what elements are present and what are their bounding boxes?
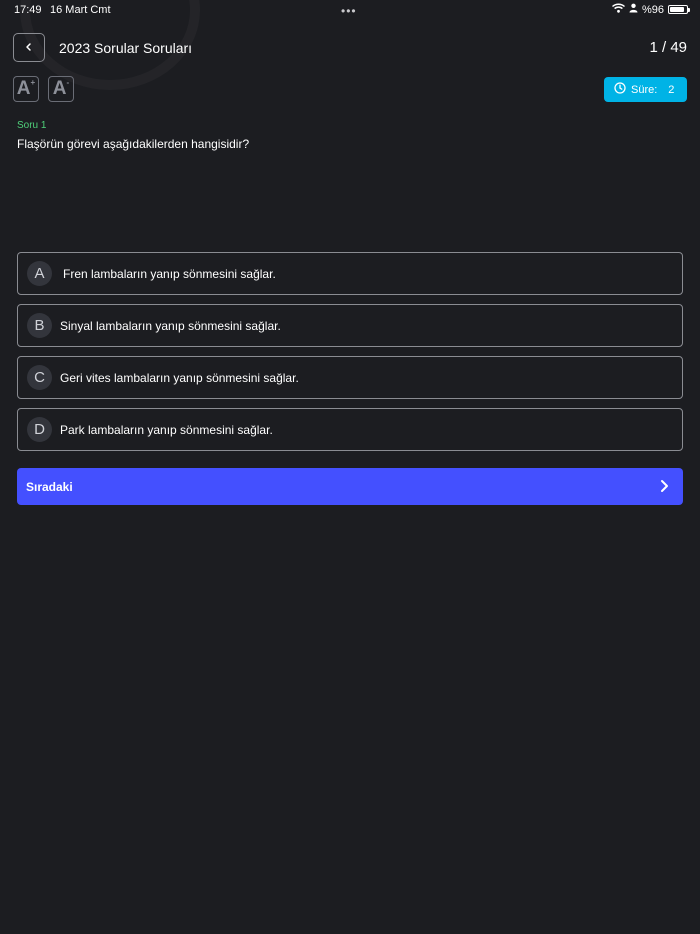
status-bar: 17:49 16 Mart Cmt ••• %96 [0,0,700,20]
increase-font-button[interactable]: A + [13,76,39,102]
option-letter: D [27,417,52,442]
question-text: Flaşörün görevi aşağıdakilerden hangisid… [17,137,250,151]
question-counter: 1 / 49 [649,39,687,56]
option-text: Park lambaların yanıp sönmesini sağlar. [60,423,273,437]
timer-value: 2 [668,83,675,96]
option-letter: C [27,365,52,390]
status-indicators: %96 [611,3,690,16]
decrease-font-button[interactable]: A- [48,76,74,102]
person-icon [629,3,638,16]
top-bar: 2023 Sorular Soruları 1 / 49 [0,32,700,64]
answer-option-b[interactable]: B Sinyal lambaların yanıp sönmesini sağl… [17,304,683,347]
option-text: Fren lambaların yanıp sönmesini sağlar. [63,267,276,281]
chevron-left-icon [24,39,34,57]
question-number: Soru 1 [17,120,47,131]
status-date: 16 Mart Cmt [50,4,111,16]
answer-option-a[interactable]: A Fren lambaların yanıp sönmesini sağlar… [17,252,683,295]
multitasking-dots[interactable]: ••• [341,4,357,18]
next-button[interactable]: Sıradaki [17,468,683,505]
increase-font-label: A [16,78,31,99]
option-text: Sinyal lambaların yanıp sönmesini sağlar… [60,319,281,333]
option-text: Geri vites lambaların yanıp sönmesini sa… [60,371,299,385]
answer-option-d[interactable]: D Park lambaların yanıp sönmesini sağlar… [17,408,683,451]
chevron-right-icon [658,478,670,499]
increase-font-mark: + [30,77,36,87]
page-title: 2023 Sorular Soruları [59,40,193,56]
back-button[interactable] [13,33,45,62]
option-letter: B [27,313,52,338]
decrease-font-mark: - [66,77,70,87]
decrease-font-label: A [52,78,67,99]
timer-label: Süre: [631,83,658,96]
status-time: 17:49 [14,4,42,16]
battery-percentage: %96 [641,3,664,16]
clock-icon [614,82,626,97]
timer-badge: Süre: 2 [604,77,687,102]
option-letter: A [27,261,52,286]
battery-icon [668,5,690,14]
answer-option-c[interactable]: C Geri vites lambaların yanıp sönmesini … [17,356,683,399]
wifi-icon [611,3,625,16]
next-button-label: Sıradaki [26,480,73,494]
